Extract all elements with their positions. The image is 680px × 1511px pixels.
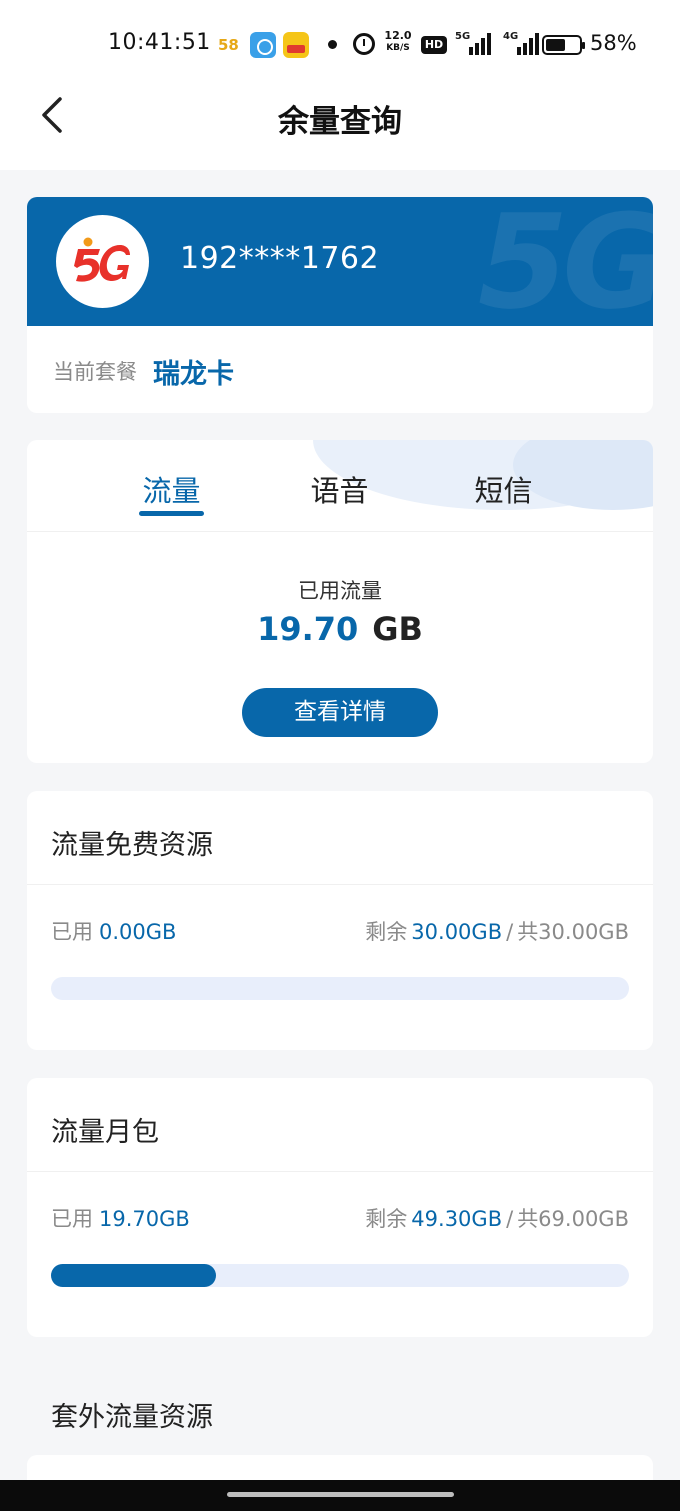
usage-progress-bar (51, 1264, 629, 1287)
resource-remaining: 剩余 30.00GB / 共30.00GB (365, 916, 629, 946)
resource-remaining: 剩余 49.30GB / 共69.00GB (365, 1203, 629, 1233)
tplink-app-icon (250, 32, 276, 58)
remain-value: 30.00GB (411, 920, 503, 944)
tab-data[interactable]: 流量 (139, 468, 204, 510)
notification-dot-icon (328, 40, 337, 49)
resource-stats: 已用 0.00GB 剩余 30.00GB / 共30.00GB (51, 916, 629, 946)
resource-used: 已用 19.70GB (51, 1203, 190, 1233)
used-label: 已用 (51, 920, 93, 944)
usage-progress-fill (51, 1264, 217, 1287)
separator: / (506, 1207, 514, 1231)
used-value: 0.00GB (99, 920, 177, 944)
plan-name: 瑞龙卡 (153, 358, 234, 390)
extra-section-title: 套外流量资源 (51, 1402, 213, 1433)
home-gesture-handle[interactable] (227, 1492, 454, 1497)
hd-voice-icon: HD (421, 36, 447, 54)
signal2-label: 4G (503, 31, 519, 42)
used-label: 已用 (51, 1207, 93, 1231)
remain-label: 剩余 (365, 920, 408, 944)
system-nav-bar (0, 1480, 680, 1511)
remain-value: 49.30GB (411, 1207, 503, 1231)
resource-stats: 已用 19.70GB 剩余 49.30GB / 共69.00GB (51, 1203, 629, 1233)
shopping-app-icon (283, 32, 309, 58)
net-speed-unit: KB/S (386, 43, 410, 53)
banner-watermark: 5G (477, 197, 653, 326)
app-58-label: 58 (218, 36, 239, 54)
resource-card-free: 流量免费资源 已用 0.00GB 剩余 30.00GB / 共30.00GB (27, 791, 653, 1050)
divider (27, 1171, 653, 1172)
usage-progress-bar (51, 977, 629, 1000)
used-data-label: 已用流量 (298, 579, 382, 603)
battery-icon (542, 35, 585, 55)
usage-tabs-card: 流量 语音 短信 已用流量 19.70 GB 查看详情 (27, 440, 653, 763)
battery-fill (546, 39, 565, 51)
resource-used: 已用 0.00GB (51, 916, 176, 946)
alarm-icon (353, 33, 375, 55)
plan-row: 当前套餐 瑞龙卡 (53, 355, 234, 390)
resource-card-monthly: 流量月包 已用 19.70GB 剩余 49.30GB / 共69.00GB (27, 1078, 653, 1337)
used-value: 19.70GB (99, 1207, 190, 1231)
used-data-unit: GB (372, 610, 423, 648)
divider (27, 884, 653, 885)
tabs-row: 流量 语音 短信 (27, 440, 653, 532)
used-data-number: 19.70 (257, 610, 359, 648)
tab-voice[interactable]: 语音 (307, 468, 372, 510)
plan-label: 当前套餐 (53, 360, 137, 384)
view-details-button[interactable]: 查看详情 (242, 688, 438, 737)
battery-percent: 58% (590, 31, 637, 55)
resource-title: 流量免费资源 (51, 830, 213, 861)
phone-number: 192****1762 (180, 241, 380, 276)
app-58-icon: 58 (218, 32, 244, 58)
status-time: 10:41:51 (108, 30, 211, 55)
header-bar: 余量查询 (0, 90, 680, 170)
separator: / (506, 920, 514, 944)
resource-title: 流量月包 (51, 1117, 159, 1148)
account-card: 5G 192****1762 当前套餐 瑞龙卡 (27, 197, 653, 413)
page-title: 余量查询 (278, 104, 402, 140)
used-data-value: 19.70 GB (27, 610, 653, 648)
account-banner: 5G 192****1762 (27, 197, 653, 326)
tab-sms[interactable]: 短信 (471, 468, 536, 510)
net-speed-value: 12.0 (384, 29, 412, 42)
active-tab-indicator (139, 511, 204, 516)
signal-5g-icon: 5G (455, 31, 491, 55)
network-speed: 12.0 KB/S (383, 30, 413, 56)
status-bar: 10:41:51 58 12.0 KB/S HD 5G 4G 58% (0, 0, 680, 90)
total-value: 共30.00GB (517, 920, 629, 944)
total-value: 共69.00GB (517, 1207, 629, 1231)
remain-label: 剩余 (365, 1207, 408, 1231)
signal1-label: 5G (455, 31, 471, 42)
signal-4g-icon: 4G (503, 31, 539, 55)
5g-logo-icon (56, 215, 149, 308)
